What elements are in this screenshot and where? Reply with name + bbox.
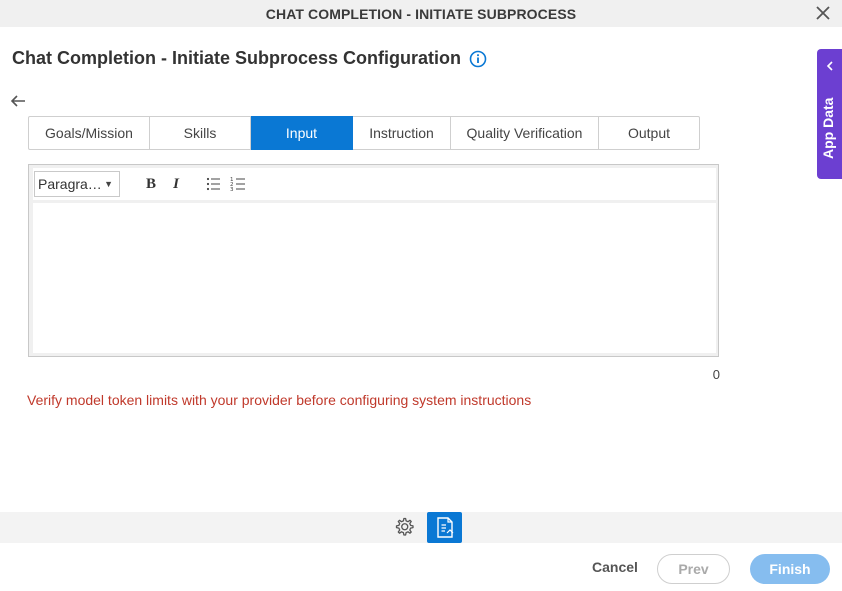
paragraph-format-select[interactable]: Paragra… ▼ <box>34 171 120 197</box>
page-title: Chat Completion - Initiate Subprocess Co… <box>12 48 462 68</box>
bottom-tool-strip <box>0 512 842 543</box>
finish-button[interactable]: Finish <box>750 554 830 584</box>
title-bar: CHAT COMPLETION - INITIATE SUBPROCESS <box>0 0 842 27</box>
tab-quality-verification[interactable]: Quality Verification <box>451 116 599 150</box>
tab-skills[interactable]: Skills <box>150 116 251 150</box>
character-count: 0 <box>712 367 720 382</box>
editor-toolbar: Paragra… ▼ B I 1 2 3 <box>33 168 716 200</box>
window-title: CHAT COMPLETION - INITIATE SUBPROCESS <box>265 5 577 22</box>
editor-content-area[interactable] <box>33 203 716 353</box>
back-arrow-icon[interactable] <box>9 93 27 109</box>
svg-text:3: 3 <box>230 187 234 193</box>
cancel-button[interactable]: Cancel <box>585 559 645 579</box>
italic-button[interactable]: I <box>165 173 187 195</box>
app-data-panel-toggle[interactable]: App Data <box>817 49 842 179</box>
bullet-list-icon[interactable] <box>203 173 225 195</box>
page-heading: Chat Completion - Initiate Subprocess Co… <box>12 48 487 69</box>
gear-icon[interactable] <box>393 516 415 538</box>
document-view-button[interactable] <box>427 512 462 543</box>
info-icon[interactable] <box>469 50 487 68</box>
app-data-label: App Data <box>820 97 836 159</box>
tab-instruction[interactable]: Instruction <box>353 116 451 150</box>
numbered-list-icon[interactable]: 1 2 3 <box>228 173 250 195</box>
format-select-value: Paragra… <box>38 176 102 192</box>
tab-output[interactable]: Output <box>599 116 700 150</box>
bold-button[interactable]: B <box>140 173 162 195</box>
dropdown-caret-icon: ▼ <box>104 179 113 189</box>
rich-text-editor: Paragra… ▼ B I 1 2 3 <box>28 164 719 357</box>
tab-goals-mission[interactable]: Goals/Mission <box>28 116 150 150</box>
token-limit-warning: Verify model token limits with your prov… <box>27 392 532 408</box>
tab-input[interactable]: Input <box>251 116 353 150</box>
prev-button[interactable]: Prev <box>657 554 730 584</box>
document-icon <box>436 516 453 538</box>
close-icon[interactable] <box>814 4 832 22</box>
tab-bar: Goals/Mission Skills Input Instruction Q… <box>28 116 700 150</box>
